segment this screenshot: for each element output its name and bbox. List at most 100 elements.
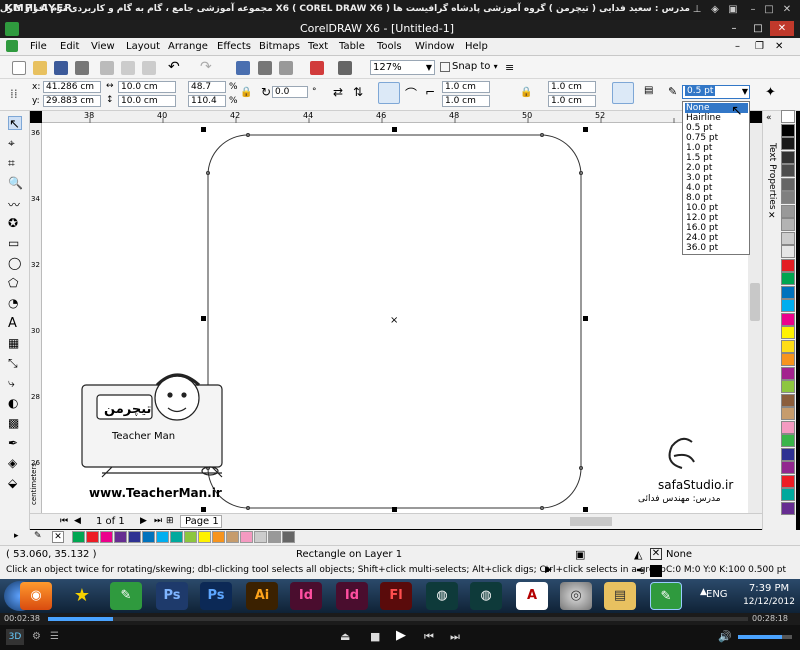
connector-tool-icon[interactable]: ⤷ [8, 376, 22, 390]
edit-corners-together-icon[interactable]: 🔒 [520, 87, 532, 98]
crop-tool-icon[interactable]: ⌗ [8, 156, 22, 170]
docker-close-icon[interactable]: ✕ [768, 211, 776, 221]
doc-restore-icon[interactable]: ❐ [755, 41, 764, 52]
outline-option[interactable]: 0.75 pt [685, 133, 748, 143]
palette-swatch[interactable] [781, 285, 795, 299]
lock-ratio-icon[interactable]: 🔒 [240, 87, 252, 98]
document-palette-swatch[interactable] [86, 531, 99, 543]
document-palette-swatch[interactable] [240, 531, 253, 543]
menu-help[interactable]: Help [465, 41, 488, 52]
next-icon[interactable]: ⏭ [450, 630, 460, 644]
document-palette-swatch[interactable] [156, 531, 169, 543]
doc-close-icon[interactable]: ✕ [775, 41, 783, 52]
menu-window[interactable]: Window [415, 41, 454, 52]
paste-icon[interactable] [142, 61, 156, 75]
corner-radius-bl-field[interactable]: 1.0 cm [442, 95, 490, 107]
palette-swatch[interactable] [781, 204, 795, 218]
palette-swatch[interactable] [781, 420, 795, 434]
menu-effects[interactable]: Effects [217, 41, 251, 52]
palette-swatch[interactable] [781, 191, 795, 204]
copy-icon[interactable] [121, 61, 135, 75]
palette-swatch[interactable] [781, 366, 795, 380]
outline-option[interactable]: 4.0 pt [685, 183, 748, 193]
horizontal-scroll-thumb[interactable] [570, 517, 612, 526]
player-close-icon[interactable]: ✕ [780, 3, 794, 17]
vertical-ruler[interactable]: 36 34 32 30 28 26 centimeters [30, 123, 42, 513]
first-page-icon[interactable]: ⏮ [60, 516, 68, 526]
palette-swatch[interactable] [781, 177, 795, 191]
language-indicator[interactable]: ENG [706, 589, 728, 600]
drawing-canvas[interactable]: × تیچرمن Teacher Man www.TeacherMan.ir s… [42, 123, 748, 513]
document-palette-swatch[interactable] [198, 531, 211, 543]
skin-icon[interactable]: ◈ [708, 3, 722, 17]
snap-to-button[interactable]: Snap to ▾ [448, 60, 498, 75]
document-palette-swatch[interactable] [142, 531, 155, 543]
smart-fill-icon[interactable]: ✪ [8, 216, 22, 230]
palette-swatch[interactable] [781, 164, 795, 177]
palette-swatch[interactable] [781, 258, 795, 272]
palette-swatch[interactable] [781, 461, 795, 474]
ellipse-tool-icon[interactable]: ◯ [8, 256, 22, 270]
palette-expand-icon[interactable]: ▸ [14, 531, 19, 541]
palette-swatch[interactable] [781, 447, 795, 461]
prev-page-icon[interactable]: ◀ [74, 516, 81, 526]
palette-swatch[interactable] [781, 299, 795, 312]
indesign-2-taskbar-icon[interactable]: Id [336, 582, 368, 610]
palette-swatch[interactable] [781, 501, 795, 515]
wrap-text-icon[interactable]: ▤ [644, 85, 653, 96]
playlist-icon[interactable]: ☰ [50, 631, 59, 642]
horizontal-ruler[interactable]: 38 40 42 44 46 48 50 52 [42, 111, 748, 123]
scalloped-corner-icon[interactable]: ⌒ [405, 85, 417, 102]
transparency-tool-icon[interactable]: ▩ [8, 416, 22, 430]
3d-icon[interactable]: 3D [6, 629, 24, 645]
palette-swatch[interactable] [781, 272, 795, 285]
scale-x-field[interactable]: 48.7 [188, 81, 226, 93]
palette-swatch[interactable] [781, 434, 795, 447]
rotation-field[interactable]: 0.0 [272, 86, 308, 98]
outline-width-select[interactable]: 0.5 pt ▼ [682, 85, 750, 99]
document-palette-swatch[interactable] [114, 531, 127, 543]
palette-swatch[interactable] [781, 407, 795, 420]
play-icon[interactable]: ▶ [396, 628, 406, 643]
menu-arrange[interactable]: Arrange [168, 41, 208, 52]
palette-swatch[interactable] [781, 474, 795, 488]
doc-icon[interactable] [6, 40, 18, 52]
palette-swatch[interactable] [781, 137, 795, 150]
document-palette-swatch[interactable] [128, 531, 141, 543]
undo-icon[interactable]: ↶ [168, 59, 180, 75]
pin-icon[interactable]: ⊥ [690, 3, 704, 17]
doc-minimize-icon[interactable]: – [735, 41, 740, 52]
volume-slider[interactable] [738, 635, 792, 639]
outline-option[interactable]: 3.0 pt [685, 173, 748, 183]
volume-icon[interactable]: 🔊 [718, 630, 732, 643]
last-page-icon[interactable]: ⏭ [154, 516, 162, 526]
export-icon[interactable] [279, 61, 293, 75]
palette-swatch[interactable] [781, 123, 795, 137]
document-palette-swatch[interactable] [100, 531, 113, 543]
outline-option[interactable]: 16.0 pt [685, 223, 748, 233]
illustrator-taskbar-icon[interactable]: Ai [246, 582, 278, 610]
open-icon[interactable] [33, 61, 47, 75]
pick-tool-icon[interactable]: ↖ [8, 116, 22, 132]
mirror-horizontal-icon[interactable]: ⇄ [333, 85, 343, 99]
favorites-taskbar-icon[interactable]: ★ [66, 582, 98, 610]
zoom-level-select[interactable]: 127% ▼ [370, 60, 435, 75]
stop-icon[interactable]: ■ [370, 630, 380, 643]
palette-swatch[interactable] [781, 339, 795, 353]
clock-time[interactable]: 7:39 PM [740, 583, 798, 594]
outline-option[interactable]: 2.0 pt [685, 163, 748, 173]
palette-swatch[interactable] [781, 231, 795, 245]
menu-tools[interactable]: Tools [377, 41, 402, 52]
player-maximize-icon[interactable]: □ [762, 3, 776, 17]
palette-swatch[interactable] [781, 353, 795, 366]
save-icon[interactable] [54, 61, 68, 75]
palette-swatch[interactable] [781, 393, 795, 407]
player-seekbar[interactable]: 00:02:38 00:28:18 [0, 613, 800, 625]
clock-date[interactable]: 12/12/2012 [740, 597, 798, 607]
table-tool-icon[interactable]: ▦ [8, 336, 22, 350]
dimension-tool-icon[interactable]: ⤡ [8, 356, 22, 370]
scale-y-field[interactable]: 110.4 [188, 95, 226, 107]
publish-pdf-icon[interactable] [310, 61, 324, 75]
cut-icon[interactable] [100, 61, 114, 75]
menu-file[interactable]: File [30, 41, 47, 52]
